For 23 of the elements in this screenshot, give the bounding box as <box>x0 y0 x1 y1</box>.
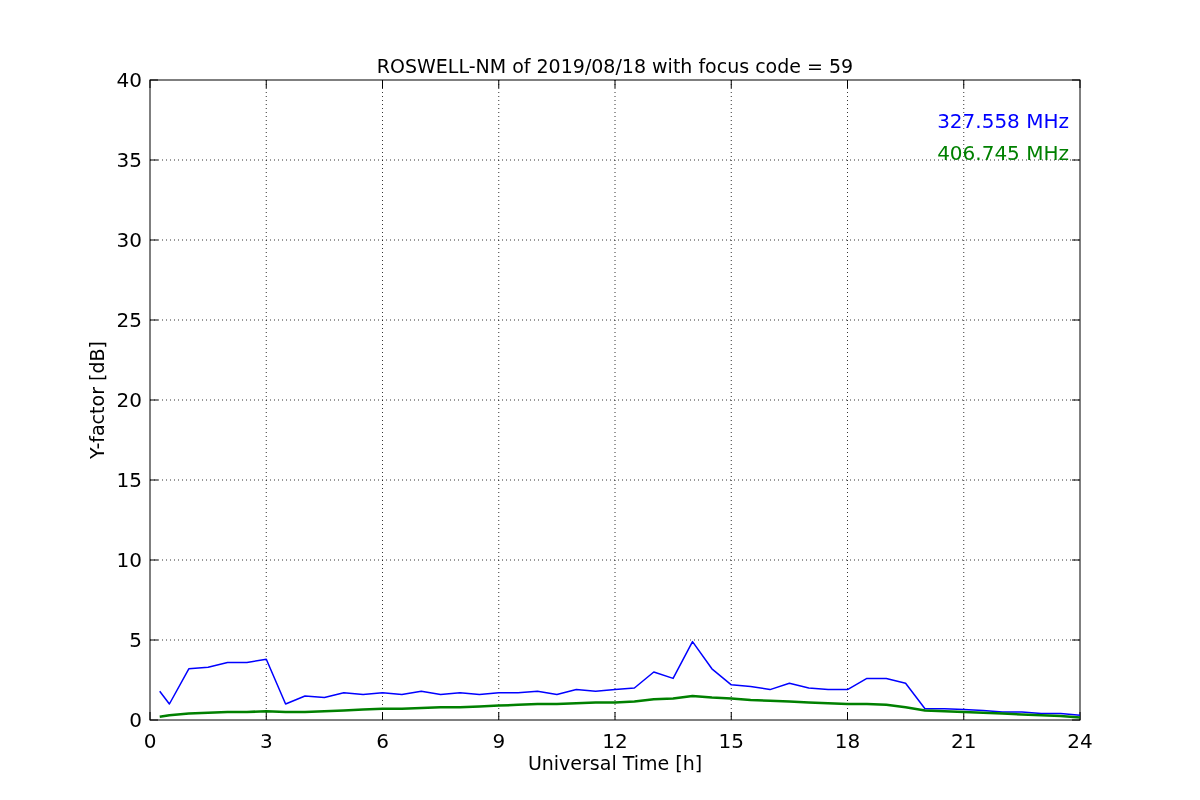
axis-tick-label: 5 <box>129 628 142 652</box>
axis-tick-label: 15 <box>116 468 142 492</box>
axis-tick-label: 25 <box>116 308 142 332</box>
axis-tick-label: 6 <box>376 729 389 753</box>
axis-tick-label: 0 <box>143 729 157 753</box>
axis-tick-label: 21 <box>951 729 977 753</box>
chart-title: ROSWELL-NM of 2019/08/18 with focus code = 59 <box>376 55 854 77</box>
axis-tick-label: 10 <box>116 548 142 572</box>
legend-label: 406.745 MHz <box>937 141 1069 165</box>
axis-tick-label: 12 <box>602 729 628 753</box>
axis-tick-label: 0 <box>129 708 142 732</box>
axis-tick-label: 40 <box>116 68 142 92</box>
legend-label: 327.558 MHz <box>937 109 1069 133</box>
axis-tick-label: 18 <box>834 729 861 753</box>
axis-tick-label: 3 <box>259 729 273 753</box>
axis-tick-label: 9 <box>492 729 506 753</box>
x-axis-label: Universal Time [h] <box>527 752 703 774</box>
axis-tick-label: 15 <box>718 729 744 753</box>
axis-tick-label: 24 <box>1067 729 1093 753</box>
axis-tick-label: 35 <box>116 148 142 172</box>
axis-tick-label: 30 <box>116 228 142 252</box>
y-axis-label: Y-factor [dB] <box>86 341 108 459</box>
axis-tick-label: 20 <box>116 388 142 412</box>
